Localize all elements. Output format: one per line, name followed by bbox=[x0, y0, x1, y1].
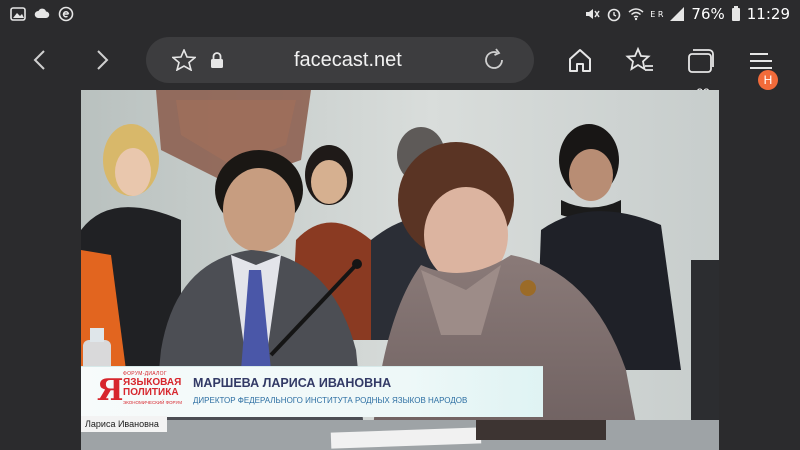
mute-icon bbox=[586, 9, 600, 19]
browser-toolbar: facecast.net 22 H bbox=[0, 32, 800, 100]
forum-logo-mark: Я bbox=[97, 373, 124, 408]
favorite-star-icon[interactable] bbox=[172, 49, 196, 71]
home-icon[interactable] bbox=[565, 46, 595, 76]
name-plate: Лариса Ивановна bbox=[81, 416, 167, 432]
bookmarks-icon[interactable] bbox=[625, 46, 655, 76]
lower-third-caption: Я ФОРУМ-ДИАЛОГ ЯЗЫКОВАЯ ПОЛИТИКА ЭКОНОМИ… bbox=[81, 366, 543, 417]
gallery-icon bbox=[10, 7, 26, 21]
cloud-icon bbox=[34, 8, 50, 18]
forum-logo-sub: ЭКОНОМИЧЕСКИЙ ФОРУМ bbox=[123, 400, 183, 405]
video-player[interactable]: Я ФОРУМ-ДИАЛОГ ЯЗЫКОВАЯ ПОЛИТИКА ЭКОНОМИ… bbox=[81, 90, 719, 450]
e-app-icon bbox=[58, 6, 74, 22]
battery-icon bbox=[731, 6, 740, 21]
clock: 11:29 bbox=[746, 5, 790, 23]
network-type: E R bbox=[650, 9, 664, 19]
speaker-role: ДИРЕКТОР ФЕДЕРАЛЬНОГО ИНСТИТУТА РОДНЫХ Я… bbox=[193, 396, 468, 405]
speaker-name: МАРШЕВА ЛАРИСА ИВАНОВНА bbox=[193, 376, 392, 390]
signal-icon bbox=[670, 7, 685, 21]
battery-percent: 76% bbox=[691, 5, 725, 23]
logo-title-line-2: ПОЛИТИКА bbox=[123, 387, 179, 398]
forum-logo-title: ЯЗЫКОВАЯ ПОЛИТИКА bbox=[123, 378, 181, 398]
back-icon[interactable] bbox=[26, 46, 54, 74]
tabs-icon[interactable] bbox=[686, 46, 716, 76]
status-bar: E R 76% 11:29 bbox=[0, 0, 800, 32]
reload-icon[interactable] bbox=[482, 48, 506, 72]
wifi-icon bbox=[628, 8, 644, 21]
lock-icon bbox=[211, 52, 223, 68]
forward-icon[interactable] bbox=[88, 46, 116, 74]
address-bar[interactable]: facecast.net bbox=[146, 37, 534, 83]
alarm-icon bbox=[607, 8, 621, 22]
menu-badge: H bbox=[758, 70, 778, 90]
url-text[interactable]: facecast.net bbox=[294, 49, 402, 72]
